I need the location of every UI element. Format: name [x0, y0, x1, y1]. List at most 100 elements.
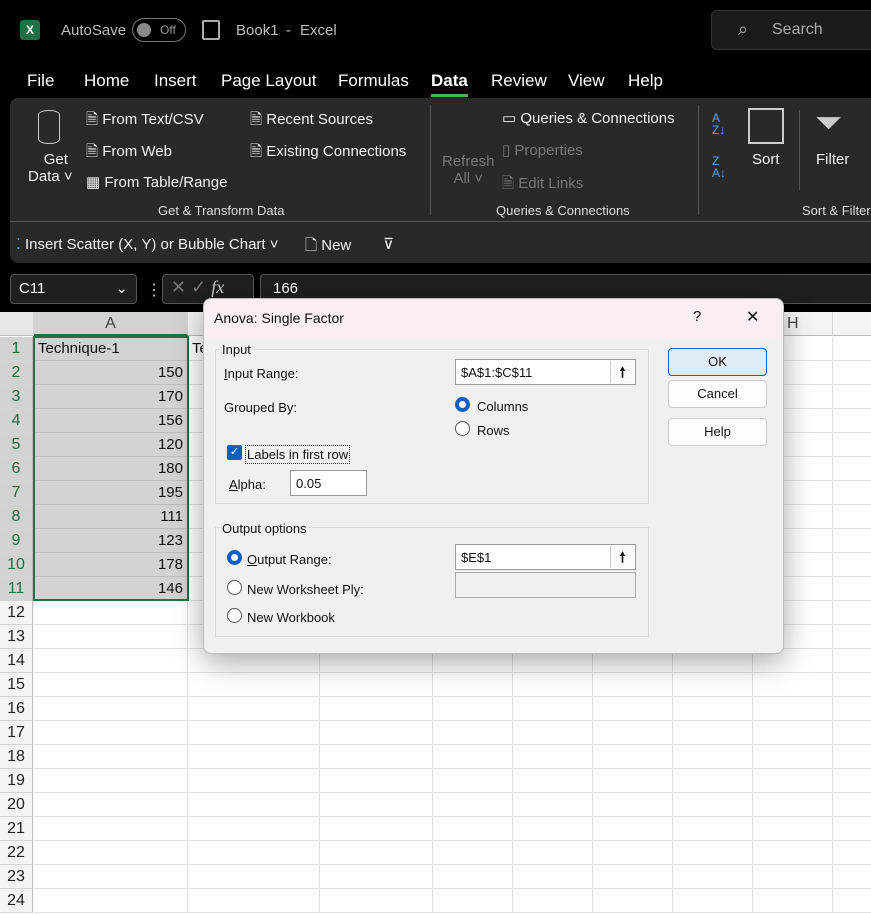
from-web-button[interactable]: 🗎 From Web — [86, 141, 172, 166]
from-table-range-button[interactable]: ▦ From Table/Range — [86, 173, 227, 191]
filter-button[interactable]: Filter — [816, 151, 849, 168]
cell[interactable] — [593, 793, 673, 817]
cell[interactable] — [673, 865, 753, 889]
cell[interactable] — [593, 817, 673, 841]
cell[interactable] — [34, 793, 188, 817]
customize-toolbar-icon[interactable]: ⊽ — [383, 235, 394, 253]
cell[interactable] — [433, 721, 513, 745]
cell[interactable] — [833, 817, 871, 841]
cell[interactable] — [34, 817, 188, 841]
cell[interactable] — [188, 865, 320, 889]
cell[interactable] — [513, 865, 593, 889]
cancel-button[interactable]: Cancel — [668, 380, 767, 408]
cell[interactable] — [320, 865, 433, 889]
tab-page-layout[interactable]: Page Layout — [221, 71, 316, 91]
row-header[interactable]: 6 — [0, 457, 33, 481]
tab-help[interactable]: Help — [628, 71, 663, 91]
cell[interactable] — [753, 793, 833, 817]
cell[interactable] — [673, 841, 753, 865]
cell[interactable] — [833, 529, 871, 553]
cell[interactable] — [833, 577, 871, 601]
cell[interactable] — [833, 673, 871, 697]
get-data-button[interactable]: Get Data ˅ — [28, 151, 73, 185]
cell[interactable] — [593, 841, 673, 865]
cell[interactable] — [320, 673, 433, 697]
cell[interactable] — [34, 865, 188, 889]
cell[interactable]: 180 — [34, 457, 188, 481]
sort-a-z-icon[interactable]: A Z↓ — [712, 112, 725, 136]
cell[interactable] — [513, 793, 593, 817]
cell[interactable] — [34, 745, 188, 769]
column-header-a[interactable]: A — [34, 312, 188, 336]
cell[interactable] — [673, 769, 753, 793]
cell[interactable] — [188, 697, 320, 721]
rows-label[interactable]: Rows — [477, 423, 510, 438]
cell[interactable] — [433, 769, 513, 793]
cell[interactable] — [833, 481, 871, 505]
cell[interactable] — [593, 721, 673, 745]
cell[interactable] — [753, 673, 833, 697]
cell[interactable] — [188, 889, 320, 913]
cell[interactable] — [833, 697, 871, 721]
tab-home[interactable]: Home — [84, 71, 129, 91]
tab-formulas[interactable]: Formulas — [338, 71, 409, 91]
cell[interactable] — [833, 721, 871, 745]
save-icon[interactable] — [202, 20, 220, 40]
cell[interactable] — [753, 865, 833, 889]
cell[interactable] — [833, 361, 871, 385]
row-header[interactable]: 9 — [0, 529, 33, 553]
cell[interactable] — [833, 553, 871, 577]
sort-button[interactable]: Sort — [752, 151, 780, 168]
row-header[interactable]: 23 — [0, 865, 33, 889]
cell[interactable]: 120 — [34, 433, 188, 457]
cell[interactable] — [320, 769, 433, 793]
cell[interactable] — [34, 889, 188, 913]
row-header[interactable]: 13 — [0, 625, 33, 649]
cell[interactable] — [673, 697, 753, 721]
row-header[interactable]: 16 — [0, 697, 33, 721]
existing-connections-button[interactable]: 🗎 Existing Connections — [250, 141, 406, 166]
cell[interactable] — [433, 673, 513, 697]
cell[interactable] — [513, 889, 593, 913]
output-range-radio[interactable] — [227, 550, 242, 565]
cell[interactable] — [673, 793, 753, 817]
cell[interactable] — [513, 745, 593, 769]
row-header[interactable]: 7 — [0, 481, 33, 505]
cell[interactable]: 178 — [34, 553, 188, 577]
cell[interactable] — [34, 625, 188, 649]
help-button[interactable]: Help — [668, 418, 767, 446]
cell[interactable] — [753, 769, 833, 793]
rows-radio[interactable] — [455, 421, 470, 436]
sort-z-a-icon[interactable]: Z A↓ — [712, 155, 726, 179]
cell[interactable] — [833, 337, 871, 361]
alpha-field[interactable]: 0.05 — [290, 470, 367, 496]
cell[interactable] — [593, 769, 673, 793]
cell[interactable] — [833, 841, 871, 865]
ok-button[interactable]: OK — [668, 348, 767, 376]
cell[interactable] — [833, 601, 871, 625]
cell[interactable] — [833, 889, 871, 913]
cell[interactable] — [753, 697, 833, 721]
cell[interactable] — [513, 673, 593, 697]
row-header[interactable]: 1 — [0, 337, 33, 361]
tab-insert[interactable]: Insert — [154, 71, 197, 91]
cell[interactable] — [433, 865, 513, 889]
cell[interactable] — [833, 505, 871, 529]
cell[interactable]: 170 — [34, 385, 188, 409]
column-header-i[interactable] — [833, 312, 871, 336]
cell[interactable] — [433, 793, 513, 817]
autosave-toggle[interactable]: Off — [132, 18, 186, 42]
cell[interactable] — [433, 817, 513, 841]
cell[interactable] — [833, 745, 871, 769]
cell[interactable] — [320, 721, 433, 745]
cell[interactable] — [34, 601, 188, 625]
cell[interactable] — [34, 769, 188, 793]
cell[interactable]: 156 — [34, 409, 188, 433]
cell[interactable] — [188, 841, 320, 865]
collapse-dialog-icon[interactable]: 🠕 — [610, 546, 634, 568]
row-header[interactable]: 3 — [0, 385, 33, 409]
cell[interactable] — [593, 889, 673, 913]
cell[interactable]: 111 — [34, 505, 188, 529]
row-header[interactable]: 15 — [0, 673, 33, 697]
from-text-csv-button[interactable]: 🗎 From Text/CSV — [86, 109, 204, 134]
